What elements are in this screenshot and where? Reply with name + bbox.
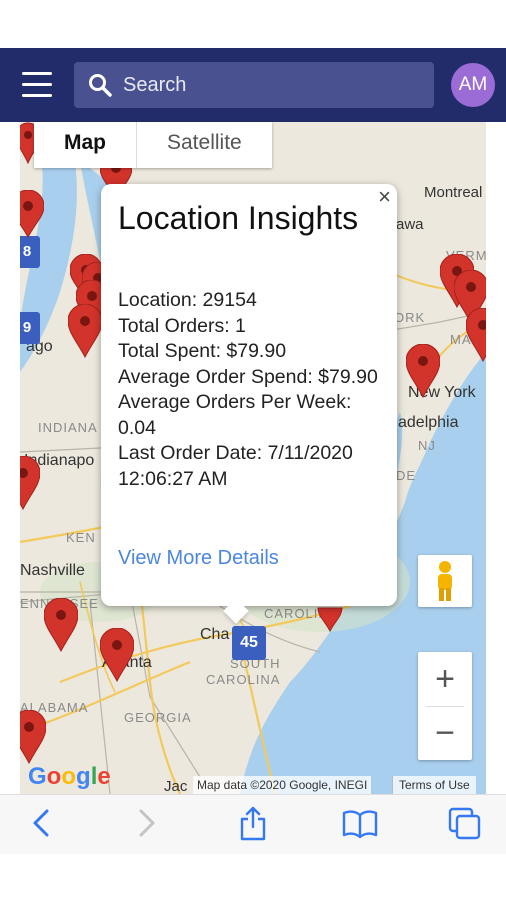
map-marker[interactable] xyxy=(406,344,440,398)
place-label: Cha xyxy=(200,626,230,643)
place-label: adelphia xyxy=(398,414,459,431)
tabs-icon[interactable] xyxy=(448,807,482,841)
place-label: KEN xyxy=(66,530,96,545)
google-logo: Google xyxy=(28,760,118,797)
map-attribution: Map data ©2020 Google, INEGI xyxy=(193,776,372,794)
place-label: ORK xyxy=(394,310,426,325)
search-input[interactable]: Search xyxy=(74,62,434,108)
route-shield-label: 8 xyxy=(22,243,32,260)
map-marker[interactable] xyxy=(20,190,44,238)
menu-icon[interactable] xyxy=(22,72,52,98)
map-marker[interactable] xyxy=(20,456,40,510)
street-view-button[interactable] xyxy=(418,555,472,607)
map-marker[interactable] xyxy=(100,628,134,682)
zoom-in-button[interactable]: + xyxy=(418,652,472,706)
place-label: GEORGIA xyxy=(124,710,192,725)
back-icon[interactable] xyxy=(30,807,54,839)
terms-of-use-link[interactable]: Terms of Use xyxy=(392,776,476,794)
map-marker[interactable] xyxy=(68,304,102,358)
search-placeholder: Search xyxy=(123,74,187,96)
view-more-details-link[interactable]: View More Details xyxy=(118,547,279,570)
route-shield-label: 45 xyxy=(240,634,258,651)
map-marker[interactable] xyxy=(44,598,78,652)
map-marker[interactable] xyxy=(466,308,486,362)
avatar[interactable]: AM xyxy=(451,63,495,107)
average-order-spend-line: Average Order Spend: $79.90 xyxy=(118,365,378,388)
map-type-satellite-button[interactable]: Satellite xyxy=(136,122,272,168)
total-spent-line: Total Spent: $79.90 xyxy=(118,340,287,362)
app-header: Search AM xyxy=(0,48,506,122)
forward-icon[interactable] xyxy=(134,807,158,839)
pegman-icon xyxy=(438,561,452,601)
map-type-map-button[interactable]: Map xyxy=(34,122,136,168)
popup-title: Location Insights xyxy=(118,200,359,236)
place-label: DE xyxy=(396,468,417,483)
bookmarks-icon[interactable] xyxy=(342,809,378,839)
last-order-date-line: Last Order Date: 7/11/2020 12:06:27 AM xyxy=(118,442,353,490)
browser-toolbar xyxy=(0,794,506,854)
map-type-toggle: Map Satellite xyxy=(34,122,272,168)
place-label: CAROLINA xyxy=(206,672,281,687)
average-orders-per-week-line: Average Orders Per Week: 0.04 xyxy=(118,391,352,439)
total-orders-line: Total Orders: 1 xyxy=(118,314,246,337)
place-label: NJ xyxy=(418,438,436,453)
share-icon[interactable] xyxy=(238,805,268,841)
place-label: Nashville xyxy=(20,562,85,579)
route-shield-label: 9 xyxy=(22,319,32,336)
location-line: Location: 29154 xyxy=(118,289,257,311)
route-shield: 45 xyxy=(232,626,266,660)
close-icon[interactable]: × xyxy=(378,184,391,210)
search-icon xyxy=(89,74,112,97)
place-label: INDIANA xyxy=(38,420,98,435)
place-label: awa xyxy=(396,216,424,233)
location-insights-popup: × Location Insights Location: 29154 Tota… xyxy=(101,184,397,624)
zoom-controls: + − xyxy=(418,652,472,760)
route-shield: 9 xyxy=(20,312,40,344)
place-label: Jac xyxy=(164,778,188,794)
svg-text:Google: Google xyxy=(28,763,111,790)
popup-details: Location: 29154 Total Orders: 1 Total Sp… xyxy=(118,288,388,492)
zoom-out-button[interactable]: − xyxy=(418,706,472,760)
place-label: Montreal xyxy=(424,184,483,201)
route-shield: 8 xyxy=(20,236,40,268)
map-marker[interactable] xyxy=(20,710,46,764)
